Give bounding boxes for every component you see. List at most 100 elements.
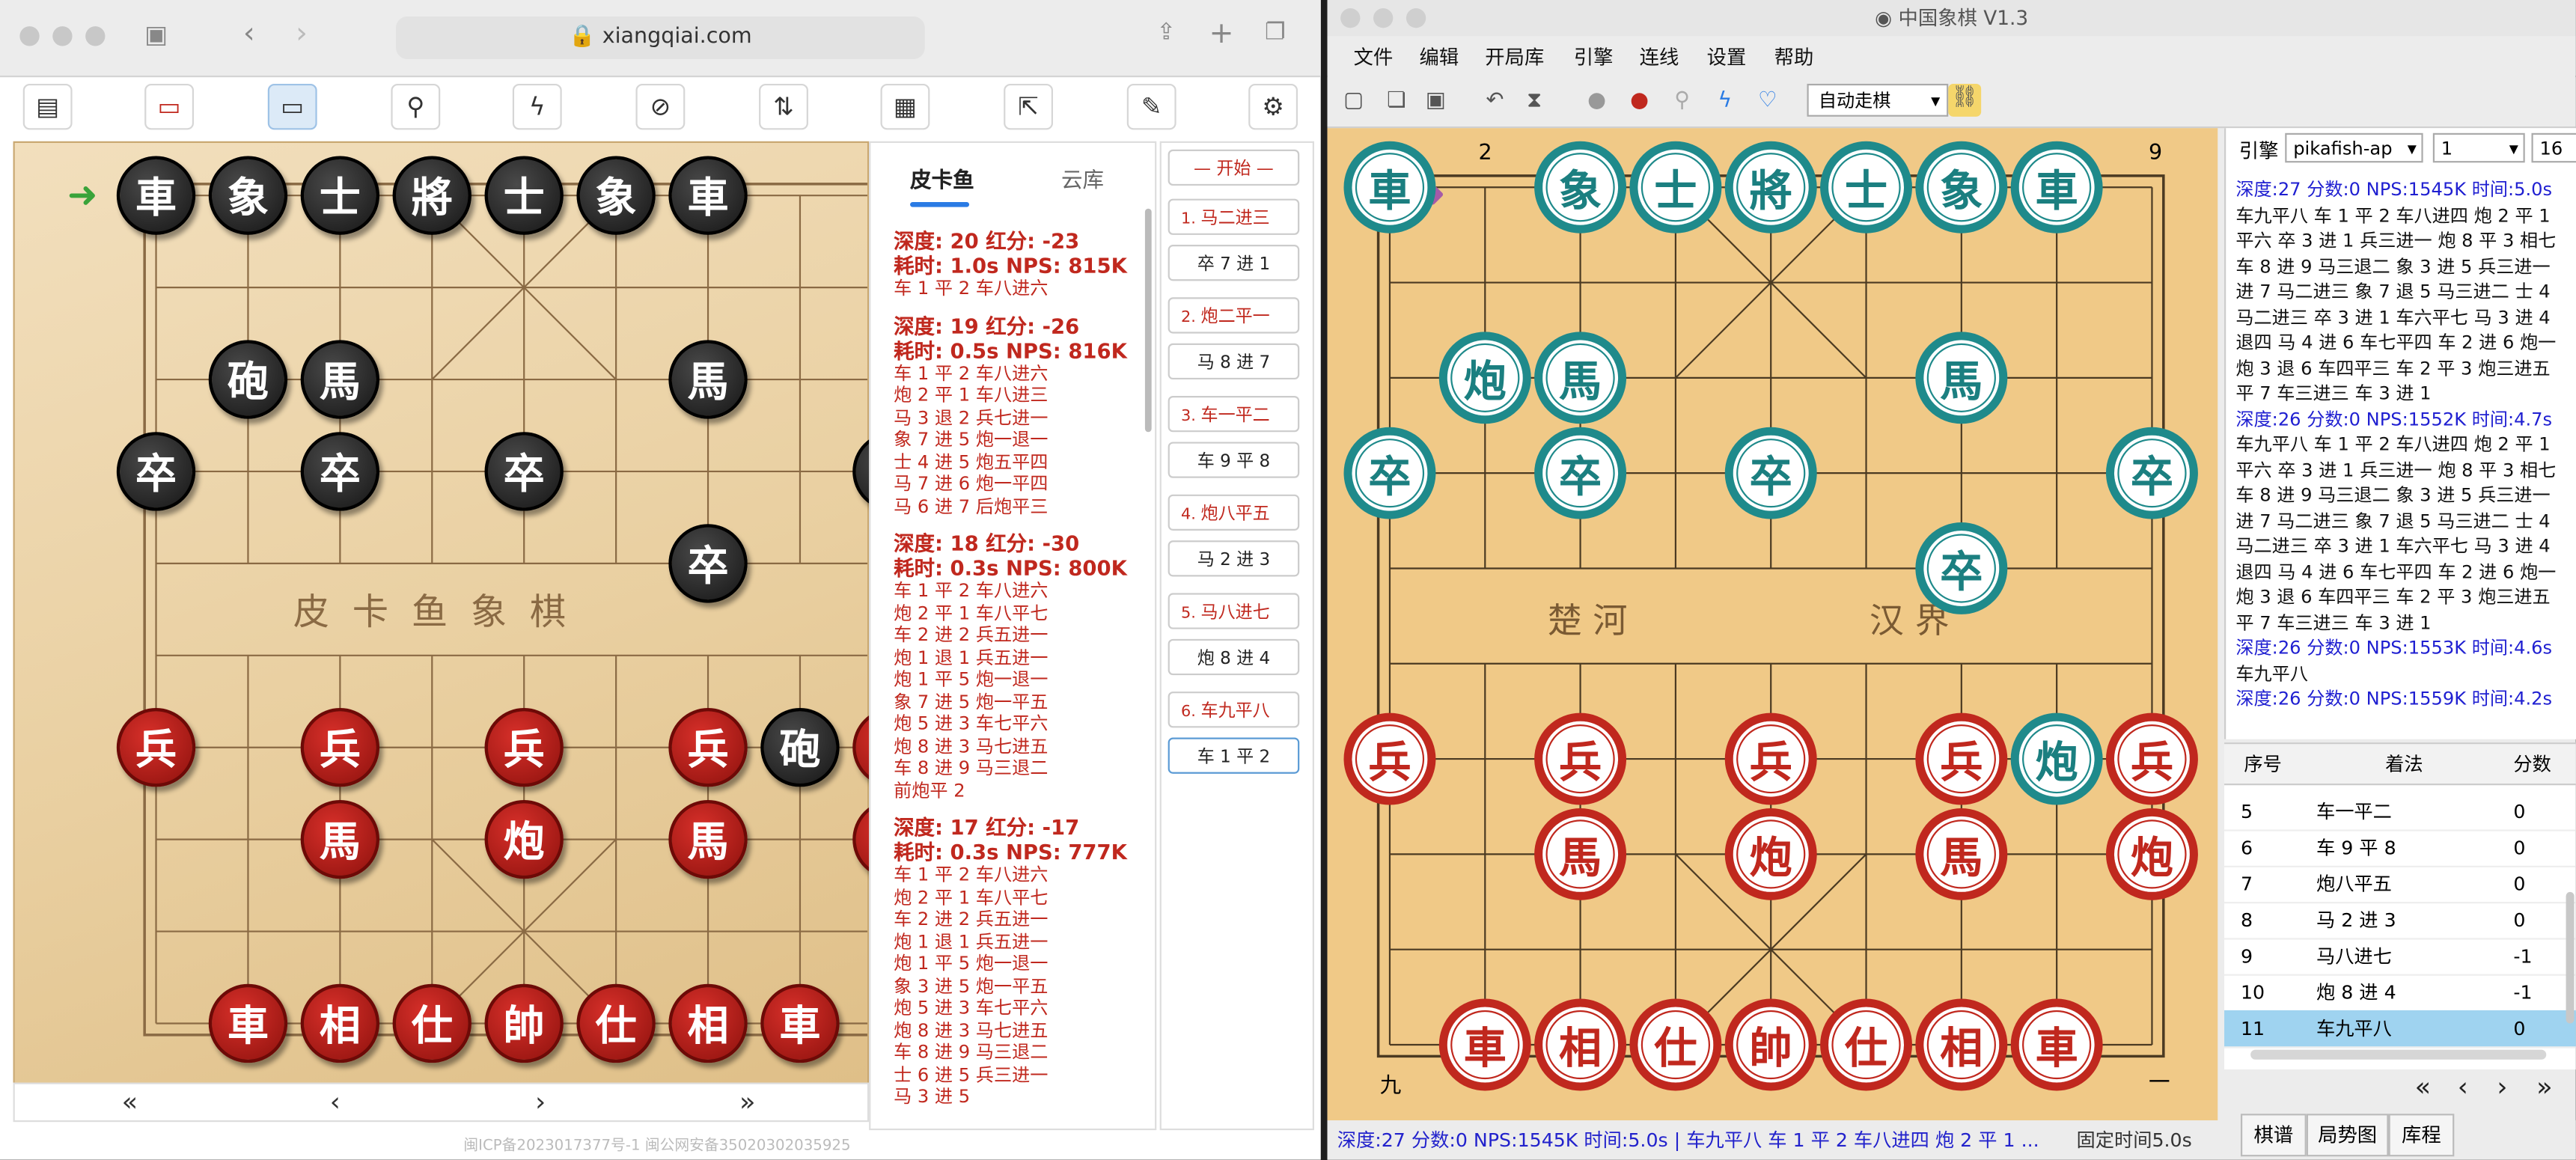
new-tab-icon[interactable]: + bbox=[1209, 16, 1234, 51]
table-row[interactable]: 8 马 2 进 3 0 bbox=[2224, 902, 2576, 940]
red-piece[interactable]: 兵 bbox=[116, 708, 196, 787]
red-piece[interactable]: 炮 bbox=[484, 799, 564, 879]
minimize-window-button[interactable] bbox=[52, 26, 73, 46]
red-piece[interactable]: 馬 bbox=[300, 799, 380, 879]
edit-icon[interactable]: ✎ bbox=[1126, 83, 1176, 130]
menu-opening[interactable]: 开局库 bbox=[1485, 43, 1544, 70]
table-row[interactable]: 10 炮 8 进 4 -1 bbox=[2224, 974, 2576, 1013]
flash-icon[interactable]: ϟ bbox=[1709, 87, 1742, 117]
prev-move-button[interactable]: ‹ bbox=[2458, 1071, 2468, 1102]
move-red[interactable]: 2. 炮二平一 bbox=[1168, 297, 1300, 334]
menu-engine[interactable]: 引擎 bbox=[1574, 43, 1614, 70]
black-piece[interactable]: 馬 bbox=[1534, 332, 1627, 424]
menu-connect[interactable]: 连线 bbox=[1640, 43, 1679, 70]
red-piece[interactable]: 車 bbox=[1438, 998, 1531, 1091]
black-piece[interactable]: 卒 bbox=[1343, 427, 1436, 519]
auto-move-select[interactable]: 自动走棋 ▾ bbox=[1807, 83, 1949, 117]
tab-record[interactable]: 棋谱 bbox=[2240, 1114, 2307, 1157]
black-piece[interactable]: 象 bbox=[1915, 141, 2008, 233]
red-piece[interactable]: 帥 bbox=[1724, 998, 1817, 1091]
table-hscrollbar[interactable] bbox=[2250, 1049, 2547, 1060]
close-window-button[interactable] bbox=[19, 26, 40, 46]
move-black[interactable]: 卒 7 进 1 bbox=[1168, 245, 1300, 281]
forward-icon[interactable]: › bbox=[296, 16, 308, 51]
undo-icon[interactable]: ↶ bbox=[1479, 87, 1512, 117]
address-bar[interactable]: 🔒 xiangqiai.com bbox=[395, 16, 925, 60]
red-piece[interactable]: 車 bbox=[208, 983, 288, 1063]
hash-input[interactable]: 16 bbox=[2531, 132, 2576, 163]
red-piece[interactable]: 馬 bbox=[668, 799, 748, 879]
black-piece[interactable]: 卒 bbox=[668, 524, 748, 603]
next-move-button[interactable]: › bbox=[2497, 1071, 2507, 1102]
move-black[interactable]: 车 1 平 2 bbox=[1168, 737, 1300, 774]
black-piece[interactable]: 象 bbox=[576, 156, 656, 235]
black-piece[interactable]: 砲 bbox=[760, 708, 840, 787]
red-piece[interactable]: 馬 bbox=[1534, 808, 1627, 900]
red-piece[interactable]: 車 bbox=[2010, 998, 2103, 1091]
move-red[interactable]: 5. 马八进七 bbox=[1168, 593, 1300, 629]
red-piece[interactable]: 仕 bbox=[576, 983, 656, 1063]
xiangqi-board-app[interactable]: 楚 河 汉 界 2 9 九 一 ➜ 車象士將士象車炮馬馬卒卒卒卒卒炮兵兵兵兵兵馬… bbox=[1327, 128, 2218, 1120]
red-piece[interactable]: 仕 bbox=[1629, 998, 1722, 1091]
close-window-button[interactable] bbox=[1340, 7, 1361, 28]
table-row[interactable]: 5 车一平二 0 bbox=[2224, 793, 2576, 831]
minimize-window-button[interactable] bbox=[1373, 7, 1394, 28]
tab-overview-icon[interactable]: ❐ bbox=[1265, 19, 1286, 46]
black-piece[interactable]: 馬 bbox=[668, 340, 748, 419]
menu-edit[interactable]: 编辑 bbox=[1419, 43, 1459, 70]
gear-icon[interactable]: ⚙ bbox=[1248, 83, 1298, 130]
table-row[interactable]: 7 炮八平五 0 bbox=[2224, 866, 2576, 904]
red-piece[interactable]: 帥 bbox=[484, 983, 564, 1063]
red-piece[interactable]: 炮 bbox=[1724, 808, 1817, 900]
black-piece[interactable]: 象 bbox=[1534, 141, 1627, 233]
red-computer-icon[interactable]: ▭ bbox=[144, 83, 195, 130]
black-piece[interactable]: 將 bbox=[1724, 141, 1817, 233]
red-piece[interactable]: 兵 bbox=[1534, 712, 1627, 805]
black-piece[interactable]: 車 bbox=[2010, 141, 2103, 233]
sidebar-icon[interactable]: ▣ bbox=[144, 19, 168, 49]
red-piece[interactable]: 相 bbox=[1915, 998, 2008, 1091]
col-header-score[interactable]: 分数 bbox=[2513, 744, 2551, 784]
col-header-move[interactable]: 着法 bbox=[2385, 744, 2423, 784]
red-piece[interactable]: 兵 bbox=[300, 708, 380, 787]
zoom-window-button[interactable] bbox=[85, 26, 106, 46]
black-piece[interactable]: 車 bbox=[116, 156, 196, 235]
no-entry-icon[interactable]: ⊘ bbox=[635, 83, 686, 130]
person-icon[interactable]: ● bbox=[1581, 87, 1614, 117]
black-piece[interactable]: 卒 bbox=[1534, 427, 1627, 519]
col-header-index[interactable]: 序号 bbox=[2244, 744, 2281, 784]
black-piece[interactable]: 卒 bbox=[300, 432, 380, 511]
new-game-icon[interactable]: ▤ bbox=[22, 83, 73, 130]
xiangqi-board-web[interactable]: 皮卡鱼象棋 ➜ 車象士將士象車砲馬馬卒卒卒卒卒砲兵兵兵兵兵馬炮馬炮車相仕帥仕相車 bbox=[13, 141, 932, 1084]
black-piece[interactable]: 炮 bbox=[1438, 332, 1531, 424]
black-piece[interactable]: 砲 bbox=[208, 340, 288, 419]
tab-pikafish[interactable]: 皮卡鱼 bbox=[910, 162, 974, 194]
red-piece[interactable]: 兵 bbox=[1724, 712, 1817, 805]
red-piece[interactable]: 兵 bbox=[1343, 712, 1436, 805]
red-piece[interactable]: 相 bbox=[1534, 998, 1627, 1091]
hourglass-icon[interactable]: ⧗ bbox=[1518, 87, 1551, 117]
black-piece[interactable]: 士 bbox=[484, 156, 564, 235]
red-piece[interactable]: 兵 bbox=[668, 708, 748, 787]
black-piece[interactable]: 士 bbox=[1629, 141, 1722, 233]
black-piece[interactable]: 馬 bbox=[1915, 332, 2008, 424]
black-piece[interactable]: 卒 bbox=[116, 432, 196, 511]
move-red[interactable]: 3. 车一平二 bbox=[1168, 395, 1300, 433]
back-icon[interactable]: ‹ bbox=[243, 16, 255, 51]
tab-situation[interactable]: 局势图 bbox=[2306, 1114, 2389, 1157]
black-piece[interactable]: 卒 bbox=[2105, 427, 2198, 519]
red-piece[interactable]: 車 bbox=[760, 983, 840, 1063]
engine-select[interactable]: pikafish-ap ▾ bbox=[2285, 132, 2423, 163]
threads-select[interactable]: 1 ▾ bbox=[2432, 132, 2525, 163]
black-piece[interactable]: 士 bbox=[300, 156, 380, 235]
red-piece[interactable]: 相 bbox=[300, 983, 380, 1063]
clipboard-icon[interactable]: ▦ bbox=[880, 83, 930, 130]
tab-cloud[interactable]: 云库 bbox=[1061, 162, 1104, 194]
copy-icon[interactable]: ❏ bbox=[1380, 87, 1413, 117]
search-icon[interactable]: ⚲ bbox=[391, 83, 441, 130]
red-person-icon[interactable]: ● bbox=[1623, 87, 1656, 117]
move-red[interactable]: 6. 车九平八 bbox=[1168, 692, 1300, 728]
flash-icon[interactable]: ϟ bbox=[512, 83, 562, 130]
black-piece[interactable]: 將 bbox=[392, 156, 471, 235]
next-move-button[interactable]: › bbox=[507, 1084, 573, 1120]
